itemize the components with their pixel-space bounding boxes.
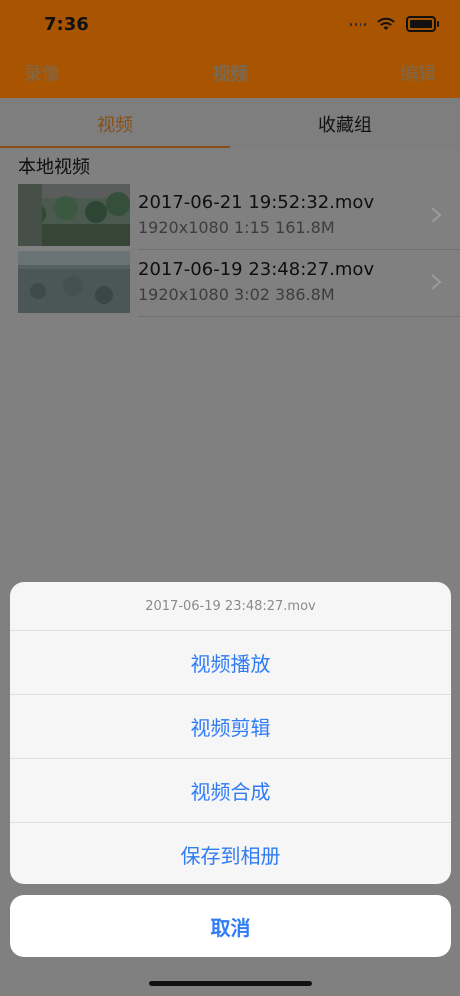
tab-videos[interactable]: 视频 bbox=[0, 98, 230, 150]
section-title: 本地视频 bbox=[18, 157, 90, 178]
tab-indicator bbox=[0, 146, 230, 148]
video-meta: 1920x1080 3:02 386.8M bbox=[138, 285, 335, 304]
tab-favorites[interactable]: 收藏组 bbox=[230, 98, 460, 150]
video-title: 2017-06-21 19:52:32.mov bbox=[138, 192, 375, 213]
tab-bar: 视频 收藏组 bbox=[0, 98, 460, 150]
edit-button[interactable]: 编辑 bbox=[400, 60, 436, 86]
chevron-right-icon bbox=[431, 274, 442, 290]
video-title: 2017-06-19 23:48:27.mov bbox=[138, 259, 375, 280]
page-title: 视频 bbox=[212, 64, 248, 85]
video-row[interactable]: 2017-06-21 19:52:32.mov 1920x1080 1:15 1… bbox=[0, 184, 460, 250]
cancel-button[interactable]: 取消 bbox=[10, 895, 451, 957]
video-row[interactable]: 2017-06-19 23:48:27.mov 1920x1080 3:02 3… bbox=[0, 251, 460, 317]
chevron-right-icon bbox=[431, 207, 442, 223]
top-bar: 7:36 录像 视频 编辑 bbox=[0, 0, 460, 98]
merge-video-button[interactable]: 视频合成 bbox=[10, 759, 451, 823]
status-time: 7:36 bbox=[44, 14, 89, 35]
action-sheet-title: 2017-06-19 23:48:27.mov bbox=[10, 582, 451, 631]
video-thumbnail bbox=[18, 251, 130, 313]
battery-icon bbox=[406, 16, 439, 32]
status-icons bbox=[350, 16, 439, 32]
video-meta: 1920x1080 1:15 161.8M bbox=[138, 218, 335, 237]
clip-video-button[interactable]: 视频剪辑 bbox=[10, 695, 451, 759]
save-to-album-button[interactable]: 保存到相册 bbox=[10, 823, 451, 884]
home-indicator bbox=[149, 981, 312, 986]
video-thumbnail bbox=[18, 184, 130, 246]
row-separator bbox=[138, 316, 460, 317]
action-sheet: 2017-06-19 23:48:27.mov 视频播放 视频剪辑 视频合成 保… bbox=[10, 582, 451, 884]
wifi-icon bbox=[377, 17, 395, 30]
row-separator bbox=[138, 249, 460, 250]
play-video-button[interactable]: 视频播放 bbox=[10, 631, 451, 695]
signal-icon bbox=[350, 19, 366, 29]
